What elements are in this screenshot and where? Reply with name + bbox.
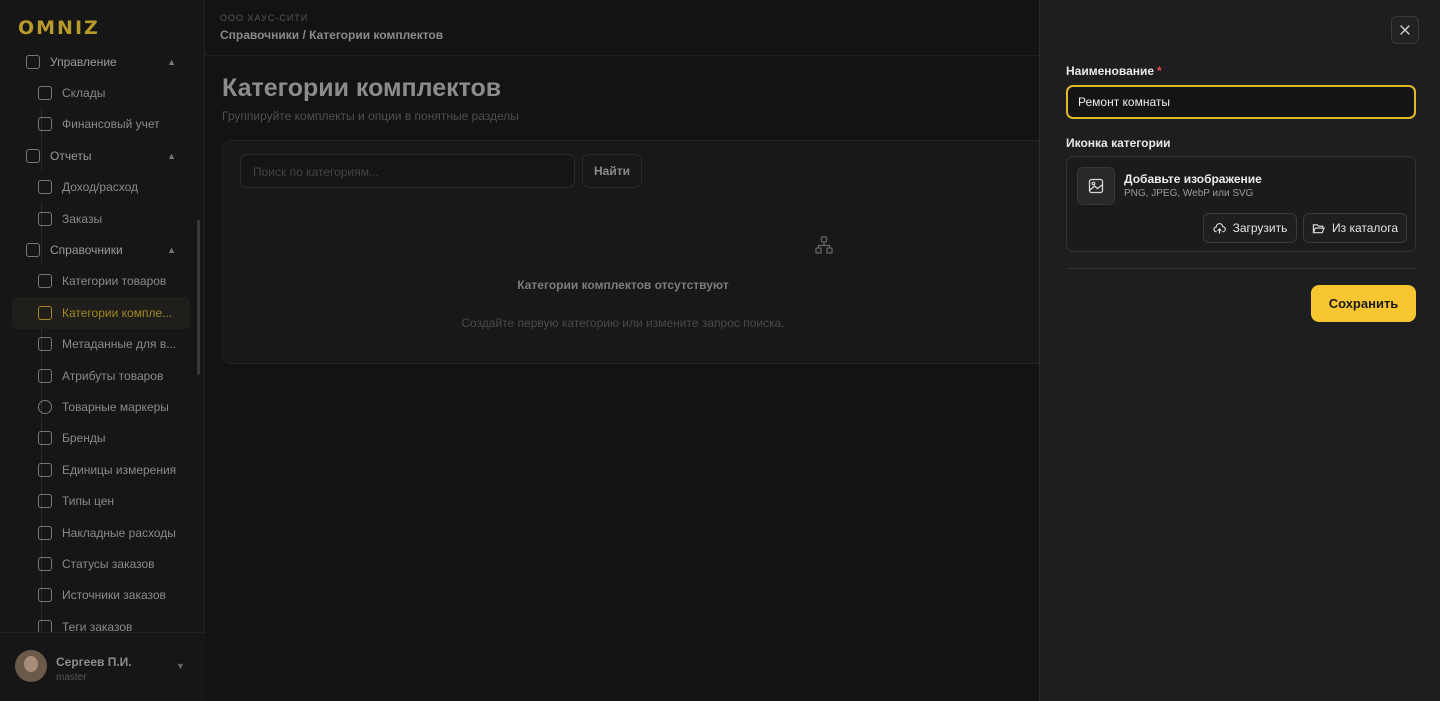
close-button[interactable] bbox=[1391, 16, 1419, 44]
image-placeholder bbox=[1077, 167, 1115, 205]
category-drawer: Наименование* Иконка категории Добавьте … bbox=[1039, 0, 1440, 701]
icon-label: Иконка категории bbox=[1066, 136, 1171, 150]
cloud-upload-icon bbox=[1212, 222, 1226, 234]
name-label-text: Наименование bbox=[1066, 64, 1155, 78]
save-button[interactable]: Сохранить bbox=[1311, 285, 1416, 322]
close-icon bbox=[1400, 25, 1410, 35]
add-image-hint: PNG, JPEG, WebP или SVG bbox=[1124, 188, 1254, 199]
catalog-label: Из каталога bbox=[1331, 221, 1399, 235]
image-icon bbox=[1088, 178, 1104, 194]
catalog-button[interactable]: Из каталога bbox=[1303, 213, 1407, 243]
icon-upload-box: Добавьте изображение PNG, JPEG, WebP или… bbox=[1066, 156, 1416, 252]
divider bbox=[1066, 268, 1416, 269]
folder-open-icon bbox=[1312, 223, 1325, 233]
name-label: Наименование * bbox=[1066, 64, 1162, 78]
required-mark: * bbox=[1157, 64, 1162, 78]
upload-button[interactable]: Загрузить bbox=[1203, 213, 1297, 243]
add-image-title: Добавьте изображение bbox=[1124, 172, 1262, 186]
upload-label: Загрузить bbox=[1232, 221, 1288, 235]
name-field[interactable] bbox=[1066, 85, 1416, 119]
